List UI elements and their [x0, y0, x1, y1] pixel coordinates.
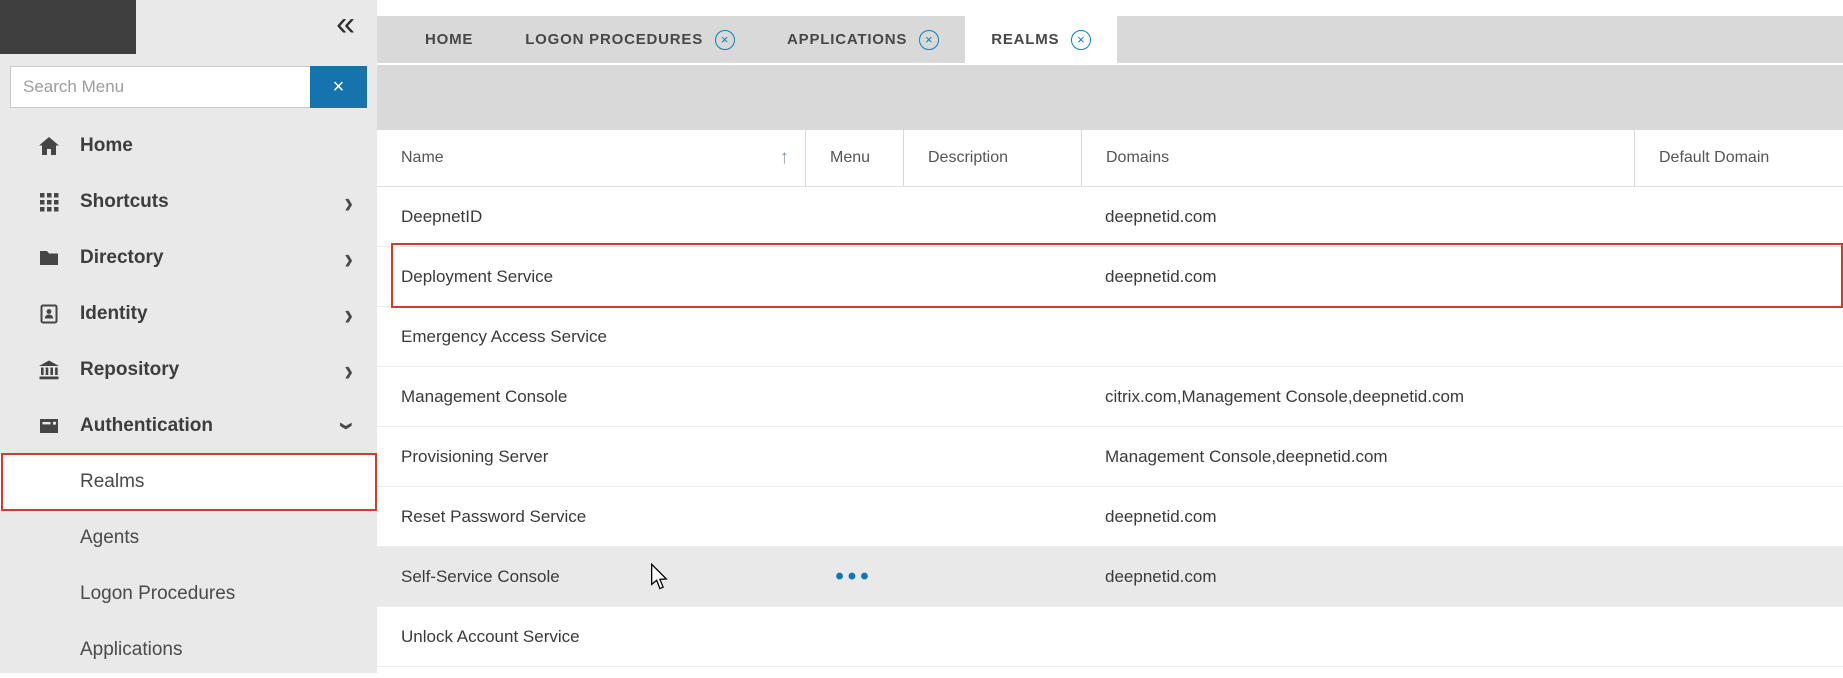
grid-icon	[36, 189, 62, 215]
tab-realms[interactable]: REALMS ×	[965, 16, 1117, 63]
sidebar-item-realms[interactable]: Realms	[0, 454, 377, 510]
cell-name: Provisioning Server	[377, 447, 805, 467]
close-tab-icon[interactable]: ×	[1071, 30, 1091, 50]
toolbar	[377, 63, 1843, 130]
sidebar-item-label: Logon Procedures	[80, 583, 235, 605]
auth-card-icon	[36, 413, 62, 439]
tab-label: REALMS	[991, 31, 1059, 48]
table-row[interactable]: Reset Password Service deepnetid.com	[377, 487, 1843, 547]
cell-name: Self-Service Console	[377, 567, 805, 587]
column-header-menu[interactable]: Menu	[805, 130, 903, 186]
table-row[interactable]: Unlock Account Service	[377, 607, 1843, 667]
table-row[interactable]: Deployment Service deepnetid.com	[377, 247, 1843, 307]
cell-domains: deepnetid.com	[1081, 207, 1634, 227]
tab-logon-procedures[interactable]: LOGON PROCEDURES ×	[499, 16, 761, 63]
sidebar-header: «	[0, 0, 377, 54]
cell-name: Emergency Access Service	[377, 327, 805, 347]
sidebar-nav: Home Shortcuts ›	[0, 118, 377, 678]
sidebar-item-label: Directory	[80, 247, 163, 269]
close-tab-icon[interactable]: ×	[919, 30, 939, 50]
search-input[interactable]	[10, 66, 310, 108]
sidebar: « × Home	[0, 0, 377, 673]
table-row[interactable]: DeepnetID deepnetid.com	[377, 187, 1843, 247]
cell-domains: deepnetid.com	[1081, 267, 1634, 287]
column-label: Default Domain	[1659, 149, 1769, 167]
column-header-default-domain[interactable]: Default Domain	[1634, 130, 1843, 186]
sidebar-item-directory[interactable]: Directory ›	[0, 230, 377, 286]
row-overflow-menu-icon[interactable]: •••	[805, 571, 903, 583]
home-icon	[36, 133, 62, 159]
tab-label: HOME	[425, 31, 473, 48]
chevron-right-icon: ›	[344, 299, 353, 329]
sidebar-item-repository[interactable]: Repository ›	[0, 342, 377, 398]
tab-label: LOGON PROCEDURES	[525, 31, 703, 48]
chevron-right-icon: ›	[344, 355, 353, 385]
tabbar: HOME LOGON PROCEDURES × APPLICATIONS × R…	[377, 16, 1843, 63]
sidebar-item-shortcuts[interactable]: Shortcuts ›	[0, 174, 377, 230]
table-header: Name ↑ Menu Description Domains Default …	[377, 130, 1843, 187]
table-row[interactable]: Management Console citrix.com,Management…	[377, 367, 1843, 427]
logo-block	[0, 0, 136, 54]
cell-name: DeepnetID	[377, 207, 805, 227]
sidebar-item-label: Shortcuts	[80, 191, 169, 213]
column-label: Domains	[1106, 149, 1169, 167]
column-label: Name	[401, 149, 444, 167]
sidebar-item-label: Realms	[80, 471, 144, 493]
cell-domains: Management Console,deepnetid.com	[1081, 447, 1634, 467]
column-header-domains[interactable]: Domains	[1081, 130, 1634, 186]
folder-icon	[36, 245, 62, 271]
column-label: Menu	[830, 149, 870, 167]
table-row[interactable]: Provisioning Server Management Console,d…	[377, 427, 1843, 487]
sidebar-item-label: Authentication	[80, 415, 213, 437]
table-row[interactable]: Self-Service Console ••• deepnetid.com	[377, 547, 1843, 607]
cell-domains: deepnetid.com	[1081, 507, 1634, 527]
column-header-name[interactable]: Name ↑	[377, 130, 805, 186]
sidebar-item-home[interactable]: Home	[0, 118, 377, 174]
screen: « × Home	[0, 0, 1843, 673]
tab-label: APPLICATIONS	[787, 31, 907, 48]
cell-domains: citrix.com,Management Console,deepnetid.…	[1081, 387, 1634, 407]
sidebar-item-label: Applications	[80, 639, 182, 661]
sidebar-item-agents[interactable]: Agents	[0, 510, 377, 566]
table-row[interactable]: Emergency Access Service	[377, 307, 1843, 367]
chevron-right-icon: ›	[344, 243, 353, 273]
realms-table: Name ↑ Menu Description Domains Default …	[377, 130, 1843, 667]
sidebar-item-authentication[interactable]: Authentication ›	[0, 398, 377, 454]
cell-name: Deployment Service	[377, 267, 805, 287]
sidebar-item-identity[interactable]: Identity ›	[0, 286, 377, 342]
sort-ascending-icon: ↑	[780, 147, 806, 169]
cell-name: Management Console	[377, 387, 805, 407]
sidebar-item-label: Repository	[80, 359, 179, 381]
top-strip	[377, 0, 1843, 16]
cell-name: Reset Password Service	[377, 507, 805, 527]
column-label: Description	[928, 149, 1008, 167]
column-header-description[interactable]: Description	[903, 130, 1081, 186]
tab-applications[interactable]: APPLICATIONS ×	[761, 16, 965, 63]
main-content: HOME LOGON PROCEDURES × APPLICATIONS × R…	[377, 0, 1843, 673]
close-tab-icon[interactable]: ×	[715, 30, 735, 50]
sidebar-item-label: Agents	[80, 527, 139, 549]
tab-home[interactable]: HOME	[399, 16, 499, 63]
chevron-down-icon: ›	[334, 422, 364, 431]
sidebar-item-logon-procedures[interactable]: Logon Procedures	[0, 566, 377, 622]
sidebar-item-label: Home	[80, 135, 133, 157]
cell-name: Unlock Account Service	[377, 627, 805, 647]
sidebar-item-applications[interactable]: Applications	[0, 622, 377, 678]
chevron-right-icon: ›	[344, 187, 353, 217]
search-bar: ×	[10, 66, 367, 108]
cell-domains: deepnetid.com	[1081, 567, 1634, 587]
bank-icon	[36, 357, 62, 383]
sidebar-item-label: Identity	[80, 303, 148, 325]
collapse-sidebar-icon[interactable]: «	[336, 2, 355, 46]
clear-icon: ×	[333, 76, 345, 99]
id-badge-icon	[36, 301, 62, 327]
search-clear-button[interactable]: ×	[310, 66, 367, 108]
